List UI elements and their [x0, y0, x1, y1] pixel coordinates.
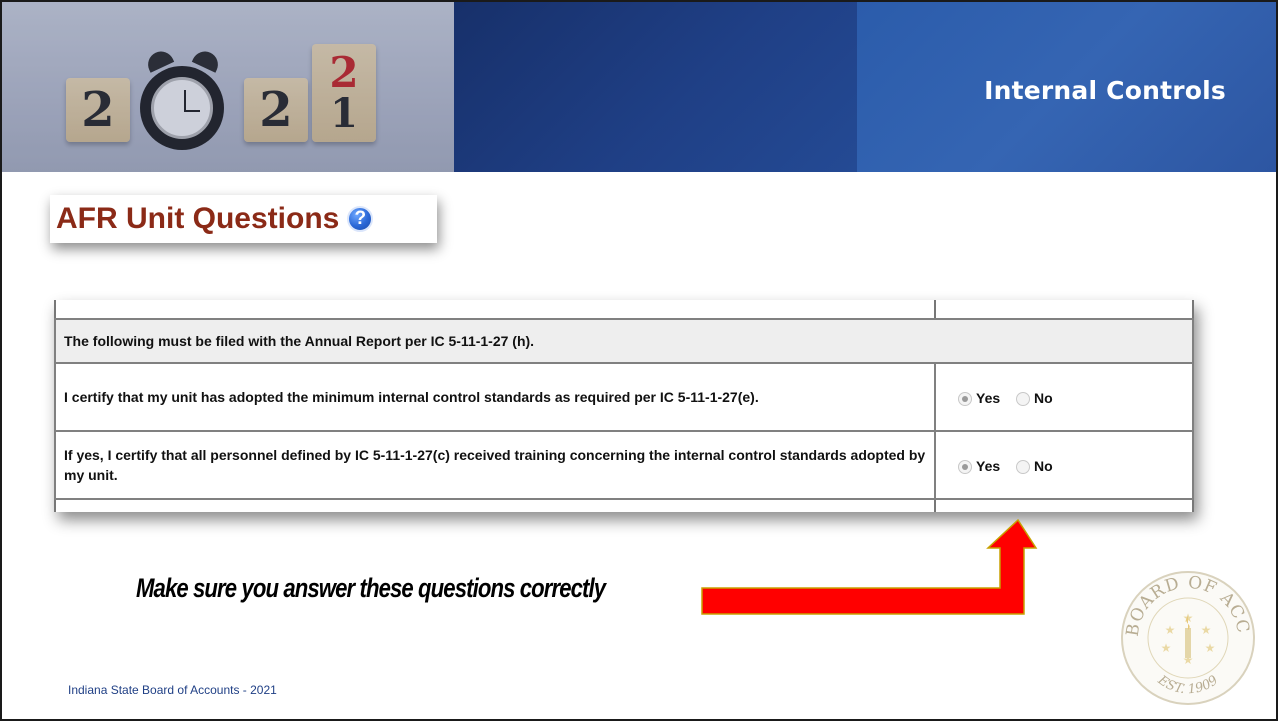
digit-block: 2 [66, 78, 130, 142]
table-top-cutoff [54, 300, 1194, 318]
answer-cell: Yes No [934, 430, 1194, 500]
answer-cell: Yes No [934, 362, 1194, 432]
question-row: If yes, I certify that all personnel def… [54, 430, 1194, 500]
digit-block: 2 [244, 78, 308, 142]
digit-block-stacked: 2 1 [312, 44, 376, 142]
slide-title: Internal Controls [984, 75, 1226, 105]
questions-table-screenshot: The following must be filed with the Ann… [54, 300, 1194, 512]
table-bottom-cutoff [54, 500, 1194, 512]
annotation-text: Make sure you answer these questions cor… [136, 573, 606, 603]
digit-top: 2 [329, 48, 359, 97]
section-header-text: The following must be filed with the Ann… [54, 318, 1194, 364]
svg-text:★: ★ [1165, 623, 1176, 637]
yes-label: Yes [976, 389, 1001, 406]
no-radio[interactable] [1016, 391, 1031, 406]
questions-table: The following must be filed with the Ann… [54, 318, 1194, 500]
question-row: I certify that my unit has adopted the m… [54, 362, 1194, 432]
help-question-icon[interactable]: ? [347, 206, 374, 232]
year-blocks-image: 2 2 2 1 [66, 44, 396, 154]
heading-text: AFR Unit Questions [56, 202, 340, 235]
yes-label: Yes [976, 457, 1001, 474]
clock-bell-left [143, 47, 175, 73]
clock-face [151, 77, 213, 139]
yes-option[interactable]: Yes [958, 388, 1000, 408]
alarm-clock-icon [140, 66, 224, 150]
svg-text:★: ★ [1205, 641, 1216, 655]
yes-radio[interactable] [958, 391, 972, 406]
no-option[interactable]: No [1016, 456, 1053, 476]
afr-unit-questions-heading: AFR Unit Questions ? [50, 195, 437, 243]
digit-bottom: 1 [330, 90, 358, 137]
header-mid-panel [454, 2, 857, 172]
question-text: If yes, I certify that all personnel def… [54, 430, 936, 500]
question-text: I certify that my unit has adopted the m… [54, 362, 936, 432]
state-board-seal-icon: STATE BOARD OF ACCOUNTS EST. 1909 ★ ★ ★ … [1116, 566, 1255, 705]
no-label: No [1034, 389, 1053, 406]
no-radio[interactable] [1016, 459, 1031, 474]
yes-option[interactable]: Yes [958, 456, 1000, 476]
svg-text:★: ★ [1161, 641, 1172, 655]
red-arrow-icon [701, 518, 1038, 615]
no-label: No [1034, 457, 1053, 474]
header-banner: 2 2 2 1 Internal Controls [2, 2, 1276, 172]
footer-text: Indiana State Board of Accounts - 2021 [68, 683, 277, 697]
clock-bell-right [191, 47, 223, 73]
section-header-row: The following must be filed with the Ann… [54, 318, 1194, 364]
header-photo: 2 2 2 1 [2, 2, 454, 172]
yes-radio[interactable] [958, 459, 972, 474]
svg-text:★: ★ [1201, 623, 1212, 637]
no-option[interactable]: No [1016, 388, 1053, 408]
